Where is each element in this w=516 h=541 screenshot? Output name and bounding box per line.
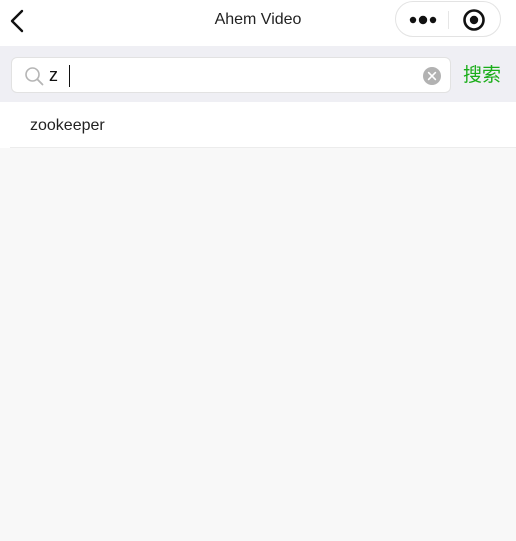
divider <box>10 147 516 148</box>
search-button[interactable]: 搜索 <box>463 63 501 87</box>
clear-circle-icon[interactable] <box>423 67 441 85</box>
more-dots-icon <box>409 15 437 25</box>
suggestion-label: zookeeper <box>30 117 105 134</box>
mini-program-capsule <box>395 1 501 37</box>
search-bar: 搜索 <box>0 46 516 102</box>
suggestion-list: zookeeper <box>0 102 516 148</box>
search-box <box>11 57 451 93</box>
capsule-divider <box>448 11 449 29</box>
target-circle-icon <box>463 9 485 31</box>
navigation-bar: Ahem Video <box>0 0 516 46</box>
close-mini-program-button[interactable] <box>460 6 488 34</box>
list-item[interactable]: zookeeper <box>0 102 516 148</box>
more-button[interactable] <box>404 8 442 32</box>
search-input[interactable] <box>49 62 419 88</box>
search-icon <box>25 67 44 86</box>
text-cursor <box>69 65 70 87</box>
